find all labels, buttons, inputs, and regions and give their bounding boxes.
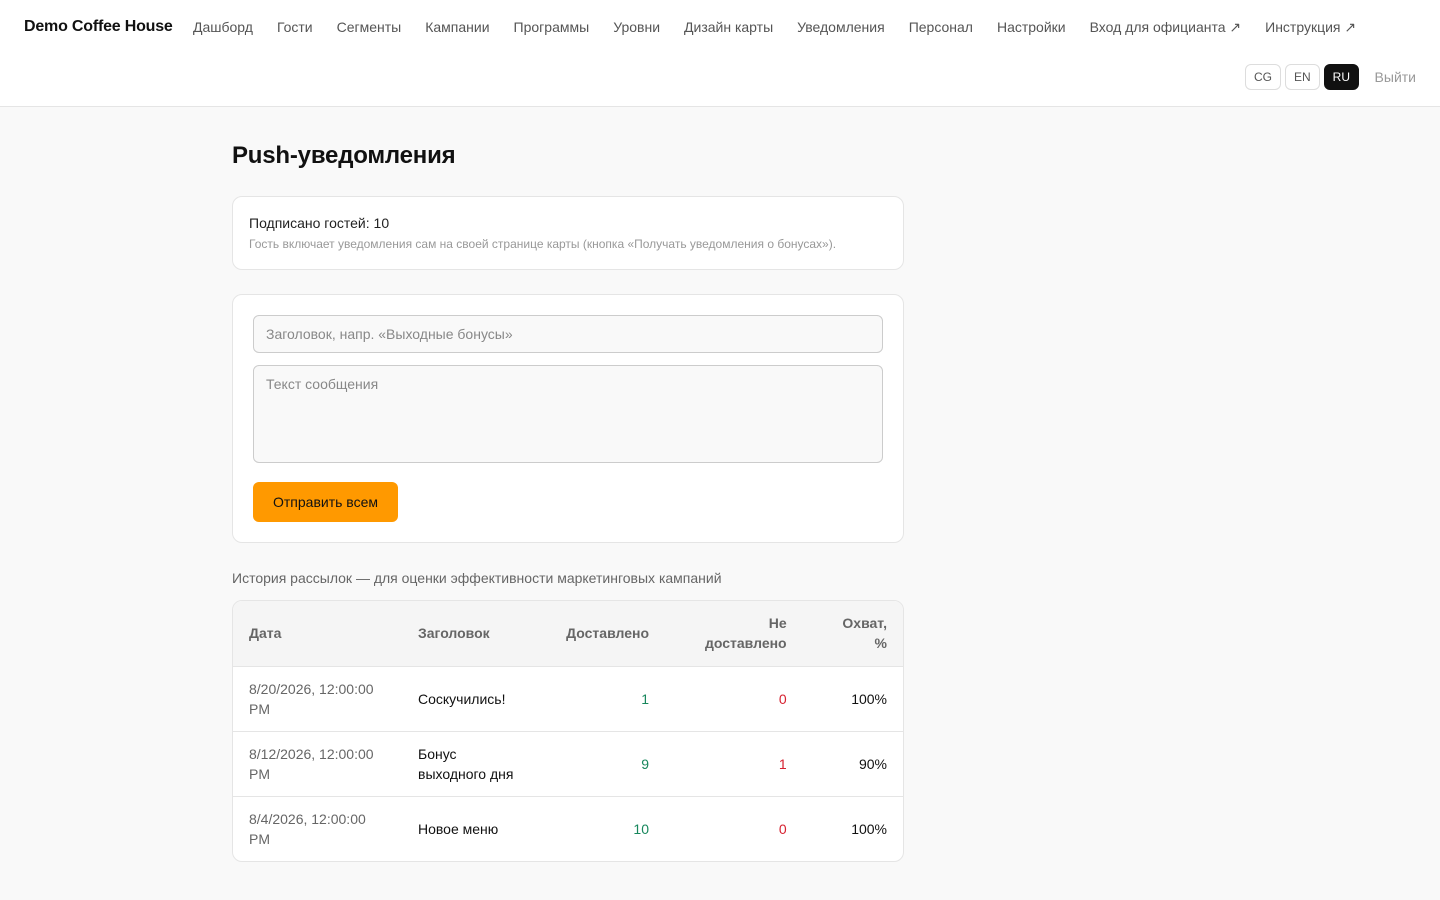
subscriber-hint: Гость включает уведомления сам на своей … [249, 237, 837, 251]
row-date: 8/12/2026, 12:00:00 PM [233, 731, 402, 797]
nav-campaigns[interactable]: Кампании [425, 19, 489, 36]
row-not-delivered: 1 [665, 731, 803, 797]
table-row: 8/4/2026, 12:00:00 PM Новое меню 10 0 10… [233, 796, 903, 861]
logout-link[interactable]: Выйти [1375, 69, 1416, 85]
nav-programs[interactable]: Программы [514, 19, 590, 36]
row-reach: 90% [802, 731, 903, 797]
row-date: 8/4/2026, 12:00:00 PM [249, 810, 366, 847]
brand-logo[interactable]: Demo Coffee House [24, 18, 173, 36]
subscribers-card: Подписано гостей: 10 Гость включает увед… [232, 196, 904, 270]
nav-waiter-login[interactable]: Вход для официанта ↗ [1090, 19, 1242, 36]
col-reach: Охват, % [802, 601, 903, 667]
table-header-row: Дата Заголовок Доставлено Не доставлено … [233, 601, 903, 667]
row-title: Бонус выходного дня [402, 731, 542, 797]
history-title: История рассылок — для оценки эффективно… [232, 570, 722, 586]
nav-settings[interactable]: Настройки [997, 19, 1066, 36]
main-nav: Дашборд Гости Сегменты Кампании Программ… [193, 19, 1380, 36]
main-content: Push-уведомления Подписано гостей: 10 Го… [232, 107, 904, 862]
lang-cg-button[interactable]: CG [1244, 64, 1281, 90]
history-table-card: Дата Заголовок Доставлено Не доставлено … [232, 600, 904, 862]
table-row: 8/12/2026, 12:00:00 PM Бонус выходного д… [233, 731, 903, 797]
row-not-delivered: 0 [778, 820, 787, 837]
nav-card-design[interactable]: Дизайн карты [684, 19, 773, 36]
compose-card: Отправить всем [232, 294, 904, 543]
nav-guests[interactable]: Гости [277, 19, 313, 36]
message-textarea[interactable] [253, 365, 883, 463]
lang-en-button[interactable]: EN [1284, 64, 1320, 90]
nav-dashboard[interactable]: Дашборд [193, 19, 253, 36]
send-all-button[interactable]: Отправить всем [253, 482, 398, 522]
col-delivered: Доставлено [542, 601, 665, 667]
language-switcher: CG EN RU [1244, 64, 1359, 90]
row-title: Новое меню [418, 820, 499, 837]
nav-levels[interactable]: Уровни [613, 19, 660, 36]
col-not-delivered: Не доставлено [665, 601, 803, 667]
col-date: Дата [233, 601, 402, 667]
row-delivered: 10 [633, 820, 649, 837]
col-title: Заголовок [402, 601, 542, 667]
nav-instructions[interactable]: Инструкция ↗ [1265, 19, 1356, 36]
row-title: Соскучились! [402, 666, 542, 732]
nav-staff[interactable]: Персонал [909, 19, 973, 36]
top-bar: Demo Coffee House Дашборд Гости Сегменты… [0, 0, 1440, 107]
row-delivered: 9 [542, 731, 665, 797]
history-table: Дата Заголовок Доставлено Не доставлено … [233, 601, 903, 861]
row-delivered: 1 [542, 666, 665, 732]
page-title: Push-уведомления [232, 142, 456, 169]
row-reach: 100% [802, 666, 903, 732]
nav-notifications[interactable]: Уведомления [797, 19, 885, 36]
title-input[interactable] [253, 315, 883, 353]
row-not-delivered: 0 [665, 666, 803, 732]
subscriber-count: Подписано гостей: 10 [249, 215, 390, 231]
nav-segments[interactable]: Сегменты [337, 19, 402, 36]
row-date: 8/20/2026, 12:00:00 PM [233, 666, 402, 732]
table-row: 8/20/2026, 12:00:00 PM Соскучились! 1 0 … [233, 666, 903, 732]
row-reach: 100% [851, 820, 887, 837]
lang-ru-button[interactable]: RU [1323, 64, 1359, 90]
